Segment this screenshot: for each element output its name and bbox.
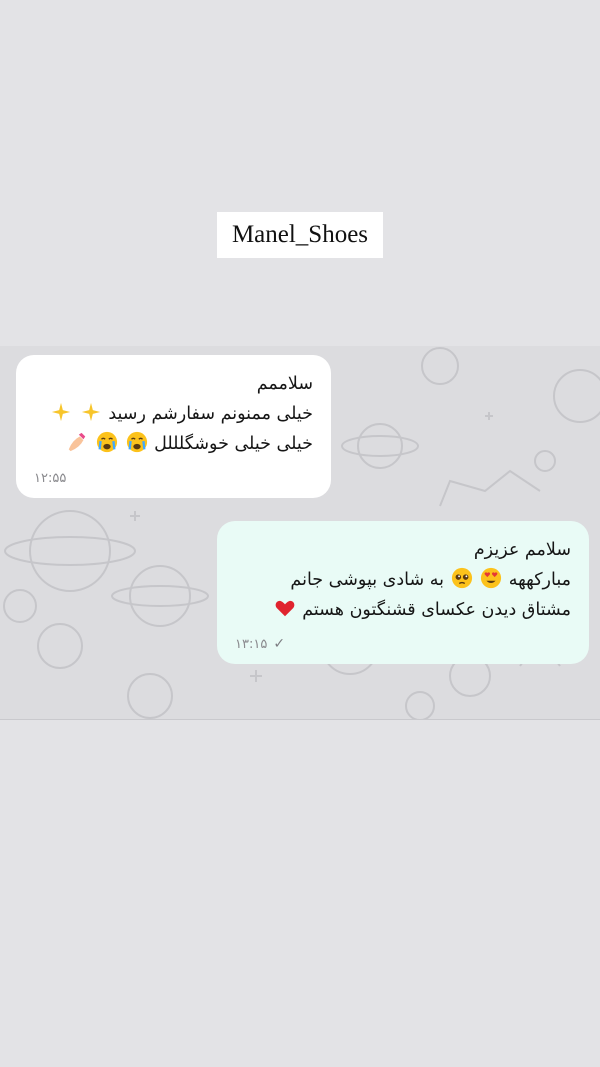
loudly-crying-face-icon [126,431,147,453]
message-text: خیلی خیلی خوشگلللل [154,434,313,454]
red-heart-icon [275,600,295,617]
brand-label: Manel_Shoes [217,212,383,258]
message-line: مشتاق دیدن عکسای قشنگتون هستم [235,595,571,625]
message-line: سلامم عزیزم [473,540,571,560]
message-line: خیلی ممنونم سفارشم رسید [34,399,313,429]
message-line: مبارکههه به شادی بپوشی جانم [235,565,571,595]
message-text: خیلی ممنونم سفارشم رسید [108,404,313,424]
message-time: ۱۳:۱۵ [235,636,268,652]
message-line: خیلی خیلی خوشگلللل [34,429,313,459]
incoming-message-bubble[interactable]: سلاممم خیلی ممنونم سفارشم رسید خیلی خیلی… [16,355,331,498]
message-time: ۱۲:۵۵ [34,471,67,486]
message-text: به شادی بپوشی جانم [290,570,444,590]
outgoing-message-bubble[interactable]: سلامم عزیزم مبارکههه به شادی بپوشی جانم … [217,521,589,664]
sent-check-icon: ✓ [273,636,286,652]
loudly-crying-face-icon [96,431,118,453]
nail-polish-icon [69,432,86,452]
pleading-face-icon [451,567,472,589]
message-text: مشتاق دیدن عکسای قشنگتون هستم [302,600,571,620]
divider [0,719,600,720]
message-meta: ۱۲:۵۵ [34,471,66,486]
smiling-face-with-heart-eyes-icon [481,567,502,589]
message-text: مبارکههه [508,570,571,590]
message-line: سلاممم [256,374,313,394]
sparkles-icon [81,402,100,422]
message-meta: ۱۳:۱۵ ✓ [235,636,285,652]
sparkles-icon [51,402,71,422]
